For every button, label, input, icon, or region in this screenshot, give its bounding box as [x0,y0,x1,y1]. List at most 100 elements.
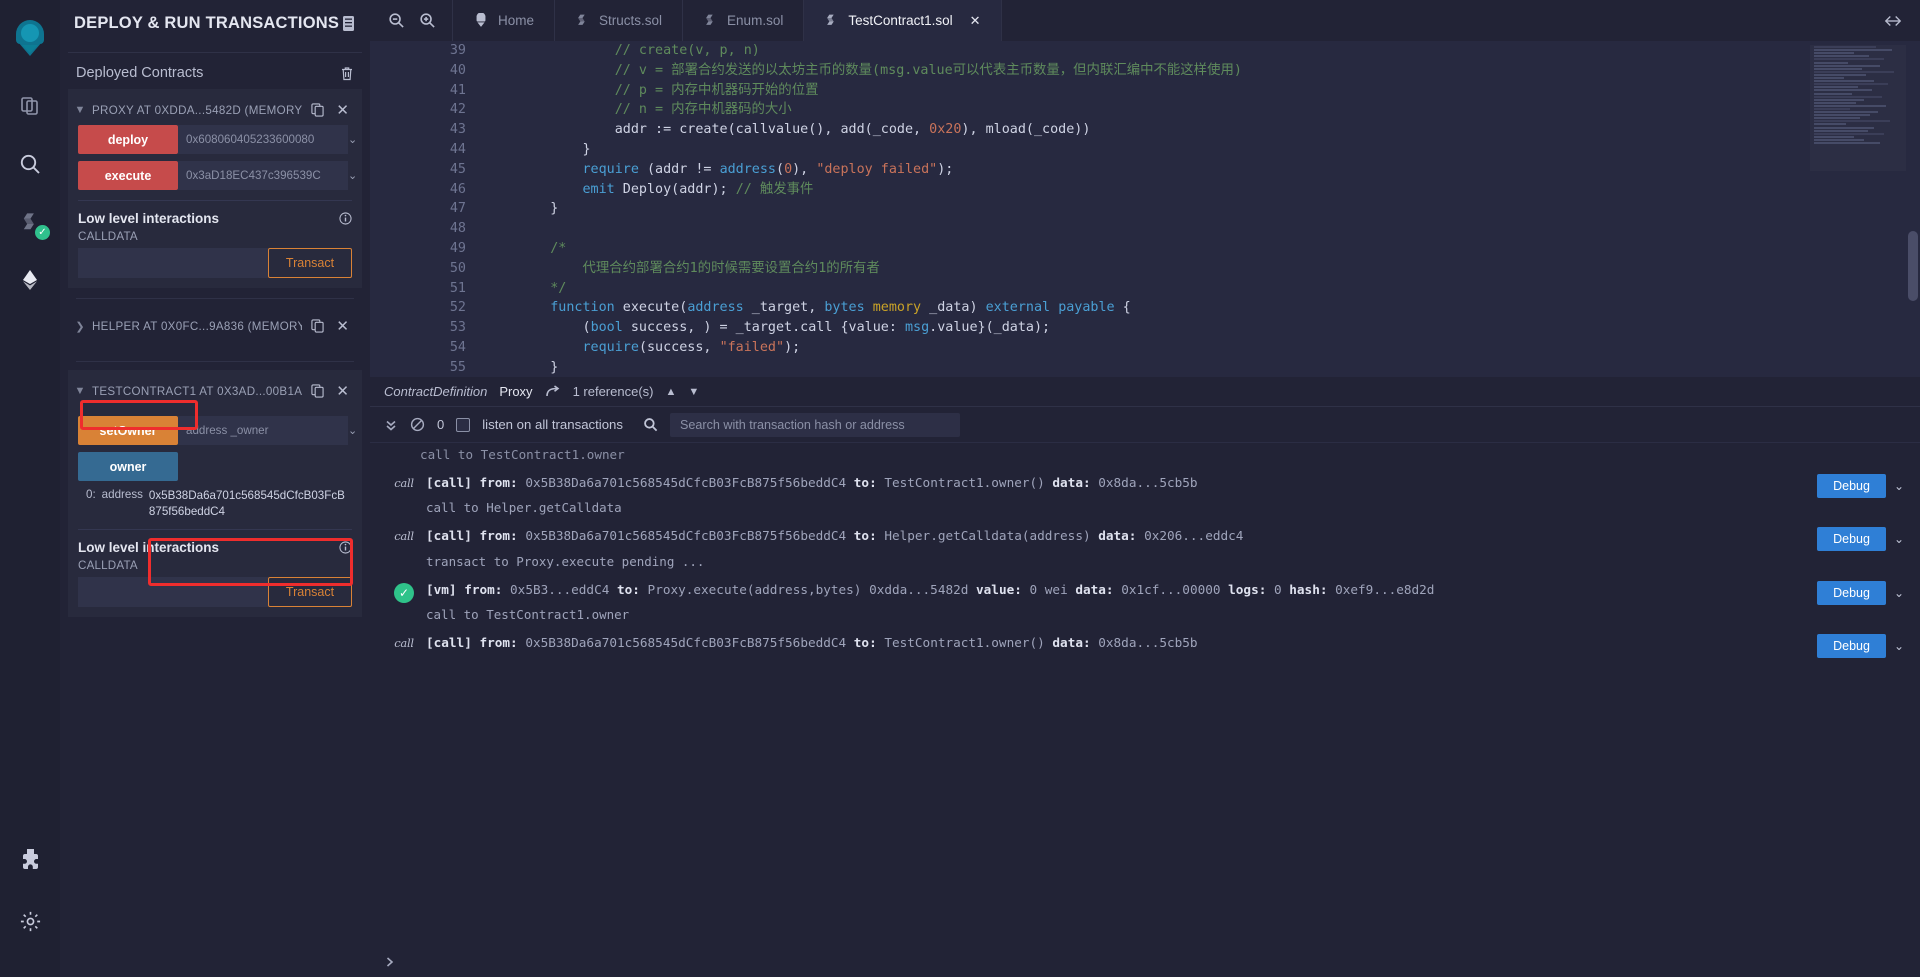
copy-icon[interactable] [308,319,327,333]
contract-header-testcontract1[interactable]: ▼ TESTCONTRACT1 AT 0X3AD...00B1A ✕ [68,376,362,406]
close-icon[interactable]: ✕ [970,13,981,29]
owner-button[interactable]: owner [78,452,178,481]
file-explorer-icon[interactable] [8,84,52,128]
code-line[interactable]: 39 // create(v, p, n) [428,41,1920,61]
fold-gutter[interactable] [480,279,518,299]
code-line[interactable]: 40 // v = 部署合约发送的以太坊主币的数量(msg.value可以代表主… [428,61,1920,81]
copy-icon[interactable] [308,384,327,398]
close-icon[interactable]: ✕ [333,382,352,400]
code-line[interactable]: 41 // p = 内存中机器码开始的位置 [428,81,1920,101]
fold-gutter[interactable] [480,298,518,318]
fold-gutter[interactable] [480,259,518,279]
deploy-run-icon[interactable] [8,258,52,302]
editor-scrollbar[interactable] [1908,231,1918,301]
code-line[interactable]: 49 /* [428,239,1920,259]
settings-gear-icon[interactable] [8,899,52,943]
contract-header-proxy[interactable]: ▼ PROXY AT 0XDDA...5482D (MEMORY ✕ [68,95,362,125]
chevron-down-icon[interactable]: ▼ [74,104,86,116]
chevron-down-icon[interactable]: ▼ [74,385,86,397]
trash-icon[interactable] [340,66,354,81]
fold-gutter[interactable] [480,219,518,239]
chevron-up-icon[interactable]: ▲ [665,386,676,398]
code-line[interactable]: 55 } [428,358,1920,377]
copy-icon[interactable] [308,103,327,117]
tab-testcontract1-sol[interactable]: TestContract1.sol ✕ [804,0,1002,41]
transact-button-proxy[interactable]: Transact [268,248,352,278]
fold-gutter[interactable] [480,120,518,140]
tab-enum-sol[interactable]: Enum.sol [683,0,805,41]
fold-gutter[interactable] [480,199,518,219]
search-input[interactable] [669,412,960,437]
chevron-down-icon[interactable]: ⌄ [1894,639,1908,653]
zoom-in-icon[interactable] [419,12,436,29]
clear-console-icon[interactable] [410,417,425,432]
chevron-down-icon[interactable]: ⌄ [348,133,357,146]
code-line[interactable]: 54 require(success, "failed"); [428,338,1920,358]
setowner-input[interactable] [178,416,348,445]
search-icon[interactable] [8,142,52,186]
fold-gutter[interactable] [480,358,518,377]
debug-button[interactable]: Debug [1817,634,1886,659]
transact-button-testcontract1[interactable]: Transact [268,577,352,608]
close-icon[interactable]: ✕ [333,101,352,119]
code-line[interactable]: 46 emit Deploy(addr); // 触发事件 [428,180,1920,200]
listen-all-transactions-checkbox[interactable] [456,417,471,432]
fold-gutter[interactable] [480,160,518,180]
code-line[interactable]: 45 require (addr != address(0), "deploy … [428,160,1920,180]
calldata-input-proxy[interactable] [78,248,268,278]
code-line[interactable]: 53 (bool success, ) = _target.call {valu… [428,318,1920,338]
tab-home[interactable]: Home [453,0,556,41]
log-entry[interactable]: call [call] from: 0x5B38Da6a701c568545dCf… [382,515,1908,569]
code-line[interactable]: 51 */ [428,279,1920,299]
contract-header-helper[interactable]: ❯ HELPER AT 0X0FC...9A836 (MEMORY) ✕ [68,311,362,341]
jump-to-icon[interactable] [545,385,561,398]
terminal-prompt[interactable] [370,947,1920,977]
tab-structs-sol[interactable]: Structs.sol [555,0,684,41]
chevron-down-icon[interactable]: ⌄ [1894,532,1908,546]
fold-gutter[interactable] [480,318,518,338]
expand-icon[interactable] [1866,0,1920,41]
zoom-out-icon[interactable] [388,12,405,29]
code-line[interactable]: 47 } [428,199,1920,219]
code-lines[interactable]: 39 // create(v, p, n) 40 // v = 部署合约发送的以太… [428,41,1920,377]
fold-gutter[interactable] [480,180,518,200]
chevron-down-icon[interactable]: ⌄ [348,424,357,437]
code-line[interactable]: 52 function execute(address _target, byt… [428,298,1920,318]
debug-button[interactable]: Debug [1817,527,1886,552]
chevron-down-icon[interactable]: ⌄ [348,169,357,182]
code-line[interactable]: 44 } [428,140,1920,160]
chevron-right-icon[interactable]: ❯ [74,320,86,333]
solidity-compiler-icon[interactable]: ✓ [8,200,52,244]
editor-minimap[interactable] [1810,45,1906,171]
log-entry[interactable]: call [call] from: 0x5B38Da6a701c568545dCf… [382,622,1908,659]
chevron-down-icon[interactable]: ▼ [688,386,699,398]
fold-gutter[interactable] [480,338,518,358]
fold-gutter[interactable] [480,81,518,101]
code-line[interactable]: 42 // n = 内存中机器码的大小 [428,100,1920,120]
fold-gutter[interactable] [480,100,518,120]
code-line[interactable]: 43 addr := create(callvalue(), add(_code… [428,120,1920,140]
debug-button[interactable]: Debug [1817,580,1886,605]
info-icon[interactable] [339,541,352,554]
log-entry[interactable]: ✓ [vm] from: 0x5B3...eddC4 to: Proxy.exec… [382,569,1908,622]
execute-input[interactable] [178,161,348,190]
code-area[interactable]: 39 // create(v, p, n) 40 // v = 部署合约发送的以太… [428,41,1920,377]
close-icon[interactable]: ✕ [333,317,352,335]
log-entry[interactable]: call [call] from: 0x5B38Da6a701c568545dCf… [382,462,1908,515]
chevron-down-icon[interactable]: ⌄ [1894,479,1908,493]
deploy-input[interactable] [178,125,348,154]
plugin-manager-icon[interactable] [8,837,52,881]
fold-gutter[interactable] [480,140,518,160]
chevron-down-icon[interactable]: ⌄ [1894,586,1908,600]
code-line[interactable]: 48 [428,219,1920,239]
terminal-log[interactable]: call to TestContract1.owner call [call] f… [370,443,1920,947]
execute-button[interactable]: execute [78,161,178,190]
debug-button[interactable]: Debug [1817,474,1886,498]
deploy-button[interactable]: deploy [78,125,178,154]
fold-gutter[interactable] [480,41,518,61]
info-icon[interactable] [339,212,352,225]
double-chevron-down-icon[interactable] [384,418,398,432]
code-editor[interactable]: 39 // create(v, p, n) 40 // v = 部署合约发送的以太… [370,41,1920,377]
fold-gutter[interactable] [480,61,518,81]
document-icon[interactable] [341,15,356,32]
